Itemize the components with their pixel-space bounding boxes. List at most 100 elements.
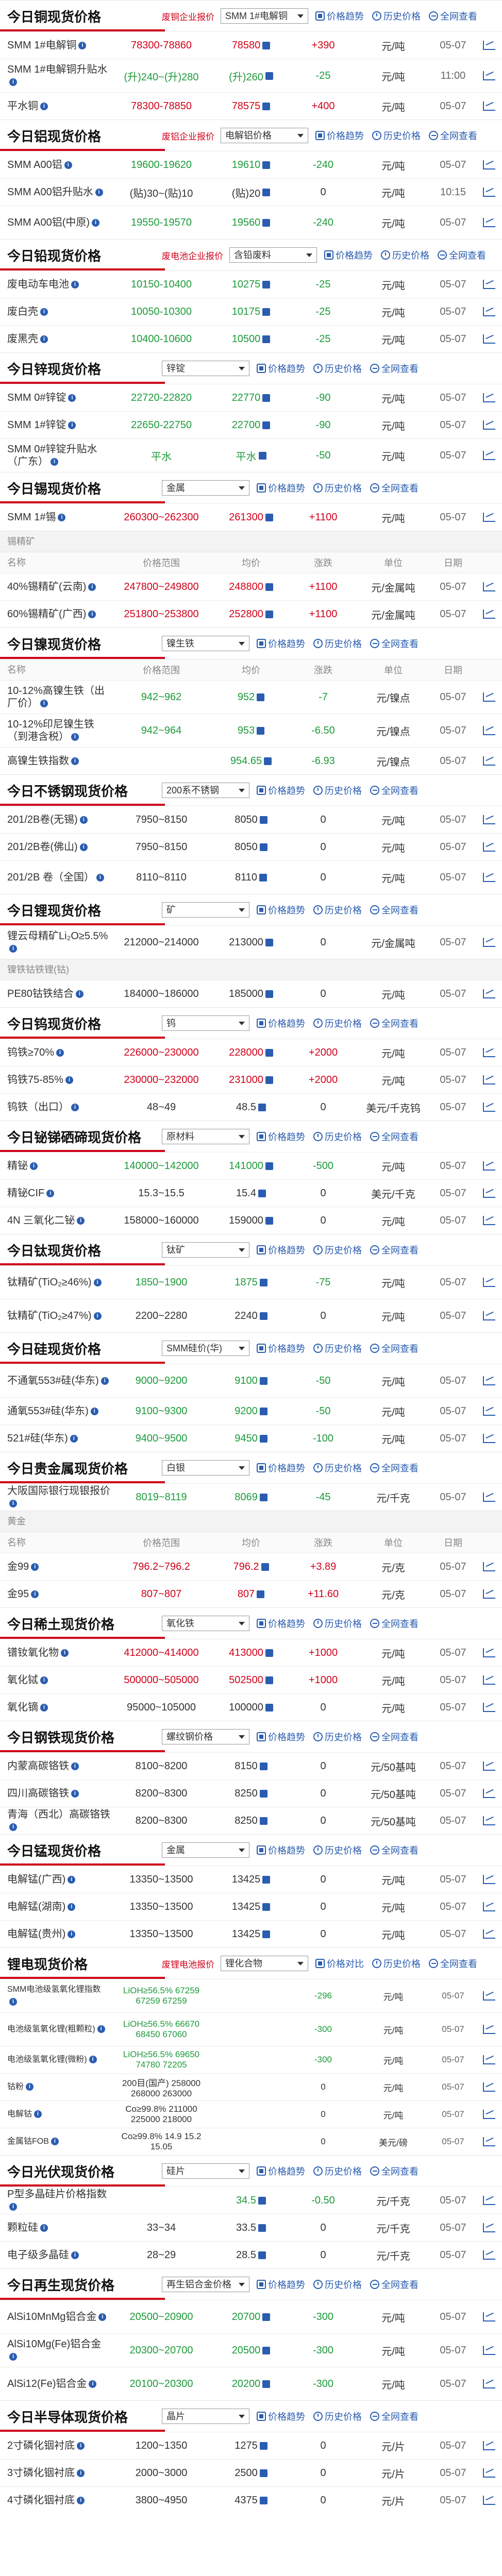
- trend-chart-button[interactable]: [476, 2496, 502, 2505]
- info-icon[interactable]: i: [58, 514, 66, 522]
- price-box-icon[interactable]: [265, 1076, 273, 1084]
- view-all-button[interactable]: 全网查看: [370, 784, 419, 797]
- info-icon[interactable]: i: [71, 2251, 79, 2260]
- info-icon[interactable]: i: [79, 816, 88, 824]
- price-box-icon[interactable]: [262, 1903, 271, 1911]
- compare-button[interactable]: 价格对比: [315, 1957, 364, 1970]
- trend-chart-button[interactable]: [476, 582, 502, 591]
- product-name[interactable]: 钛精矿(TiO₂≥47%) i: [0, 1310, 110, 1322]
- trend-chart-button[interactable]: [476, 1434, 502, 1443]
- table-row[interactable]: 废白壳 i 10050-10300 10175 -25 元/吨 05-07: [0, 298, 502, 325]
- trend-chart-button[interactable]: [476, 1929, 502, 1939]
- product-name[interactable]: 氧化镝 i: [0, 1701, 110, 1714]
- info-icon[interactable]: i: [56, 1049, 64, 1057]
- price-box-icon[interactable]: [262, 335, 271, 343]
- view-all-button[interactable]: 全网查看: [370, 2278, 419, 2291]
- category-select[interactable]: 电解铝价格: [221, 128, 308, 143]
- product-name[interactable]: 颗粒硅 i: [0, 2222, 110, 2234]
- table-row[interactable]: 颗粒硅 i 33~34 33.5 0 元/千克 05-07: [0, 2214, 502, 2241]
- info-icon[interactable]: i: [93, 1279, 102, 1287]
- history-price-button[interactable]: 历史价格: [313, 362, 362, 375]
- view-all-button[interactable]: 全网查看: [370, 1342, 419, 1355]
- trend-chart-button[interactable]: [476, 2441, 502, 2450]
- category-select[interactable]: 金属: [162, 1842, 249, 1858]
- trend-chart-button[interactable]: [476, 2379, 502, 2388]
- table-row[interactable]: 钨铁75-85% i 230000~232000 231000 +2000 元/吨 05-0…: [0, 1066, 502, 1093]
- trend-chart-button[interactable]: [476, 1562, 502, 1571]
- product-name[interactable]: 钴粉 i: [0, 2081, 110, 2093]
- product-name[interactable]: AlSi10Mg(Fe)铝合金 i: [0, 2338, 110, 2363]
- product-name[interactable]: 电解锰(贵州) i: [0, 1928, 110, 1940]
- price-trend-button[interactable]: 价格趋势: [315, 9, 364, 23]
- view-all-button[interactable]: 全网查看: [370, 903, 419, 917]
- product-name[interactable]: 电解锰(广西) i: [0, 1873, 110, 1886]
- trend-chart-button[interactable]: [476, 2082, 502, 2092]
- product-name[interactable]: SMM A00铝(中原) i: [0, 216, 110, 229]
- product-name[interactable]: 521#硅(华东) i: [0, 1432, 110, 1445]
- table-row[interactable]: 青海（西北）高碳铬铁 i 8200~8300 8250 0 元/50基吨 05-07: [0, 1807, 502, 1834]
- price-box-icon[interactable]: [265, 1216, 273, 1225]
- table-row[interactable]: 60%锡精矿(广西) i 251800~253800 252800 +1100 元/金属吨…: [0, 600, 502, 628]
- price-box-icon[interactable]: [265, 1048, 273, 1057]
- table-row[interactable]: 电解锰(贵州) i 13350~13500 13425 0 元/吨 05-07: [0, 1920, 502, 1947]
- info-icon[interactable]: i: [9, 78, 17, 87]
- trend-chart-button[interactable]: [476, 989, 502, 998]
- product-name[interactable]: 金属钴FOB i: [0, 2136, 110, 2148]
- product-name[interactable]: 钨铁75-85% i: [0, 1074, 110, 1086]
- price-box-icon[interactable]: [265, 938, 273, 946]
- table-row[interactable]: 201/2B卷(无锡) i 7950~8150 8050 0 元/吨 05-07: [0, 806, 502, 833]
- view-all-button[interactable]: 全网查看: [429, 9, 477, 23]
- info-icon[interactable]: i: [71, 733, 79, 741]
- trend-chart-button[interactable]: [476, 1589, 502, 1599]
- price-box-icon[interactable]: [259, 1312, 267, 1320]
- trend-chart-button[interactable]: [476, 1703, 502, 1712]
- info-icon[interactable]: i: [9, 1823, 17, 1832]
- view-all-button[interactable]: 全网查看: [370, 1016, 419, 1030]
- info-icon[interactable]: i: [71, 757, 79, 766]
- info-icon[interactable]: i: [78, 42, 87, 50]
- info-icon[interactable]: i: [68, 1930, 76, 1939]
- info-icon[interactable]: i: [9, 1998, 17, 2006]
- product-name[interactable]: SMM电池级氢氧化锂指数 i: [0, 1984, 110, 2008]
- table-row[interactable]: 平水铜 i 78300-78850 78575 +400 元/吨 05-07: [0, 92, 502, 120]
- product-name[interactable]: 钨铁（出口） i: [0, 1101, 110, 1113]
- table-row[interactable]: 10-12%高镍生铁（出厂价） i 942~962 952 -7 元/镍点 05-07: [0, 680, 502, 714]
- price-trend-button[interactable]: 价格趋势: [257, 2410, 305, 2423]
- table-row[interactable]: SMM A00铝 i 19600-19620 19610 -240 元/吨 05-07: [0, 151, 502, 178]
- category-select[interactable]: 金属: [162, 480, 249, 496]
- product-name[interactable]: 精铋CIF i: [0, 1187, 110, 1199]
- category-select[interactable]: 再生铝合金价格: [162, 2277, 249, 2292]
- info-icon[interactable]: i: [40, 335, 48, 344]
- price-box-icon[interactable]: [262, 41, 271, 49]
- info-icon[interactable]: i: [92, 219, 100, 227]
- price-box-icon[interactable]: [262, 2346, 271, 2354]
- history-price-button[interactable]: 历史价格: [313, 1461, 362, 1475]
- view-all-button[interactable]: 全网查看: [438, 248, 486, 262]
- view-all-button[interactable]: 全网查看: [429, 1957, 477, 1970]
- category-select[interactable]: 硅片: [162, 2163, 249, 2179]
- history-price-button[interactable]: 历史价格: [313, 2278, 362, 2291]
- history-price-button[interactable]: 历史价格: [372, 9, 421, 23]
- category-select[interactable]: SMM 1#电解铜: [221, 8, 308, 24]
- product-name[interactable]: 3寸磷化铟衬底 i: [0, 2467, 110, 2479]
- product-name[interactable]: 精铋 i: [0, 1160, 110, 1172]
- table-row[interactable]: AlSi12(Fe)铝合金 i 20100~20300 20200 -300 元/吨 05-…: [0, 2367, 502, 2400]
- price-box-icon[interactable]: [258, 2224, 266, 2232]
- info-icon[interactable]: i: [40, 2224, 48, 2232]
- info-icon[interactable]: i: [68, 1876, 76, 1884]
- table-row[interactable]: 201/2B卷(佛山) i 7950~8150 8050 0 元/吨 05-07: [0, 833, 502, 860]
- table-row[interactable]: 氧化镝 i 95000~105000 100000 0 元/吨 05-07: [0, 1693, 502, 1721]
- product-name[interactable]: AlSi12(Fe)铝合金 i: [0, 2378, 110, 2390]
- price-box-icon[interactable]: [264, 757, 272, 765]
- price-box-icon[interactable]: [259, 816, 267, 824]
- info-icon[interactable]: i: [68, 421, 76, 430]
- trend-chart-button[interactable]: [476, 1406, 502, 1416]
- view-all-button[interactable]: 全网查看: [370, 1130, 419, 1143]
- price-box-icon[interactable]: [258, 2251, 266, 2259]
- history-price-button[interactable]: 历史价格: [313, 1730, 362, 1743]
- trend-chart-button[interactable]: [476, 71, 502, 80]
- trend-chart-button[interactable]: [476, 1875, 502, 1884]
- history-price-button[interactable]: 历史价格: [372, 1957, 421, 1970]
- info-icon[interactable]: i: [46, 1190, 55, 1198]
- product-name[interactable]: SMM 0#锌锭升贴水（广东） i: [0, 443, 110, 468]
